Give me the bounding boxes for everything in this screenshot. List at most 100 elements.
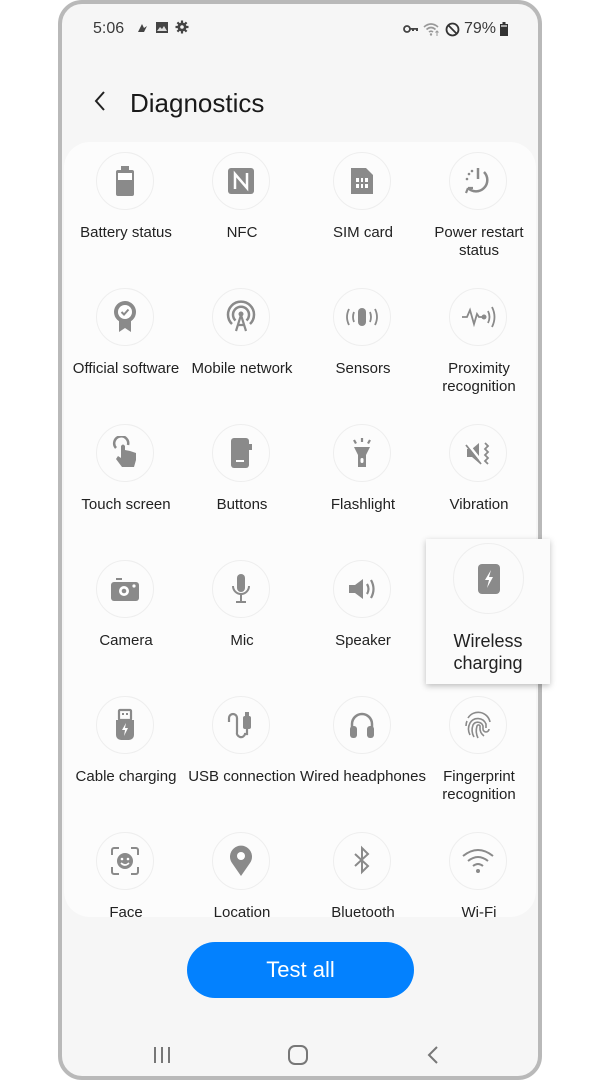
test-label: Camera xyxy=(99,632,153,649)
test-icon-circle xyxy=(212,288,270,346)
test-tile-wired-headphones[interactable]: Wired headphones xyxy=(300,696,426,826)
test-tile-nfc[interactable]: NFC xyxy=(184,152,300,282)
test-icon-circle xyxy=(449,152,507,210)
test-tile-flashlight[interactable]: Flashlight xyxy=(305,424,421,554)
recents-button[interactable] xyxy=(142,1039,182,1071)
test-tile-cable-charging[interactable]: Cable charging xyxy=(68,696,184,826)
wifi-data-icon xyxy=(423,22,441,37)
mic-icon xyxy=(228,572,254,606)
home-button[interactable] xyxy=(278,1039,318,1071)
notification-icon xyxy=(136,21,149,34)
test-label: Bluetooth xyxy=(331,904,395,917)
test-label: Battery status xyxy=(80,224,172,241)
nfc-icon xyxy=(226,166,256,196)
cable-charging-icon xyxy=(112,708,138,742)
test-label: Fingerprint recognition xyxy=(442,768,516,803)
test-icon-circle xyxy=(333,560,391,618)
status-bar: 5:06 79% xyxy=(62,18,538,40)
test-tile-sim-card[interactable]: SIM card xyxy=(305,152,421,282)
back-icon xyxy=(427,1046,438,1064)
gear-icon xyxy=(175,20,189,34)
test-label: Cable charging xyxy=(75,768,177,785)
test-tile-wi-fi[interactable]: Wi-Fi xyxy=(421,832,536,917)
nav-back-button[interactable] xyxy=(414,1039,454,1071)
antenna-icon xyxy=(224,300,258,334)
battery-icon xyxy=(112,164,138,198)
test-tile-touch-screen[interactable]: Touch screen xyxy=(68,424,184,554)
test-tile-location[interactable]: Location xyxy=(184,832,300,917)
test-icon-circle xyxy=(96,560,154,618)
navigation-bar xyxy=(62,1039,538,1071)
test-icon-circle xyxy=(449,832,507,890)
highlighted-test-label: Wireless charging xyxy=(453,631,523,673)
speaker-icon xyxy=(346,575,378,603)
test-label: Touch screen xyxy=(81,496,171,513)
touch-icon xyxy=(110,436,140,470)
test-icon-circle xyxy=(333,288,391,346)
test-label: Sensors xyxy=(335,360,391,377)
test-label: Official software xyxy=(72,360,180,377)
badge-check-icon xyxy=(111,300,139,334)
proximity-icon xyxy=(460,304,496,330)
test-tile-mobile-network[interactable]: Mobile network xyxy=(184,288,300,418)
app-header: Diagnostics xyxy=(62,80,538,126)
sensors-icon xyxy=(344,305,380,329)
test-icon-circle xyxy=(333,696,391,754)
test-label: Wi-Fi xyxy=(461,904,497,917)
test-tile-mic[interactable]: Mic xyxy=(184,560,300,690)
do-not-disturb-icon xyxy=(445,22,460,37)
test-tile-buttons[interactable]: Buttons xyxy=(184,424,300,554)
test-tile-speaker[interactable]: Speaker xyxy=(305,560,421,690)
power-restart-icon xyxy=(461,164,495,198)
test-icon-circle xyxy=(96,832,154,890)
test-icon-circle xyxy=(212,832,270,890)
test-icon-circle xyxy=(96,696,154,754)
wireless-charging-icon xyxy=(476,562,502,596)
test-label: SIM card xyxy=(332,224,393,241)
test-tile-vibration[interactable]: Vibration xyxy=(421,424,536,554)
highlighted-test-wireless-charging[interactable]: Wireless charging xyxy=(426,539,550,684)
test-tile-proximity-recognition[interactable]: Proximity recognition xyxy=(421,288,536,418)
test-tile-battery-status[interactable]: Battery status xyxy=(68,152,184,282)
test-label: Buttons xyxy=(216,496,268,513)
status-time: 5:06 xyxy=(93,20,125,37)
wifi-icon xyxy=(461,847,495,875)
battery-percent: 79% xyxy=(463,20,496,37)
vpn-key-icon xyxy=(403,23,419,35)
test-tile-camera[interactable]: Camera xyxy=(68,560,184,690)
test-icon-circle xyxy=(212,152,270,210)
test-icon-circle xyxy=(333,152,391,210)
usb-connection-icon xyxy=(225,708,257,742)
location-pin-icon xyxy=(227,844,255,878)
test-icon-circle xyxy=(212,424,270,482)
headphones-icon xyxy=(347,709,377,741)
test-icon-circle xyxy=(333,832,391,890)
test-label: Proximity recognition xyxy=(442,360,516,395)
test-tile-official-software[interactable]: Official software xyxy=(68,288,184,418)
test-tile-bluetooth[interactable]: Bluetooth xyxy=(305,832,421,917)
test-icon-circle xyxy=(96,424,154,482)
test-label: Mic xyxy=(230,632,254,649)
test-icon-circle xyxy=(212,696,270,754)
phone-buttons-icon xyxy=(228,436,254,470)
test-tile-face[interactable]: Face xyxy=(68,832,184,917)
test-icon-circle xyxy=(212,560,270,618)
test-icon-circle xyxy=(96,152,154,210)
battery-icon xyxy=(500,22,508,36)
recents-icon xyxy=(154,1047,170,1063)
test-tile-power-restart-status[interactable]: Power restart status xyxy=(421,152,536,282)
test-all-button[interactable]: Test all xyxy=(187,942,414,998)
back-button[interactable] xyxy=(88,88,114,114)
sim-card-icon xyxy=(349,166,375,196)
test-label: Flashlight xyxy=(330,496,396,513)
test-all-label: Test all xyxy=(266,957,335,982)
test-tile-sensors[interactable]: Sensors xyxy=(305,288,421,418)
camera-icon xyxy=(109,575,141,603)
test-tile-fingerprint-recognition[interactable]: Fingerprint recognition xyxy=(421,696,536,826)
test-icon-circle xyxy=(449,288,507,346)
chevron-left-icon xyxy=(94,91,105,111)
test-icon-circle xyxy=(449,696,507,754)
test-icon-circle xyxy=(96,288,154,346)
test-tile-usb-connection[interactable]: USB connection xyxy=(184,696,300,826)
flashlight-icon xyxy=(348,436,376,470)
